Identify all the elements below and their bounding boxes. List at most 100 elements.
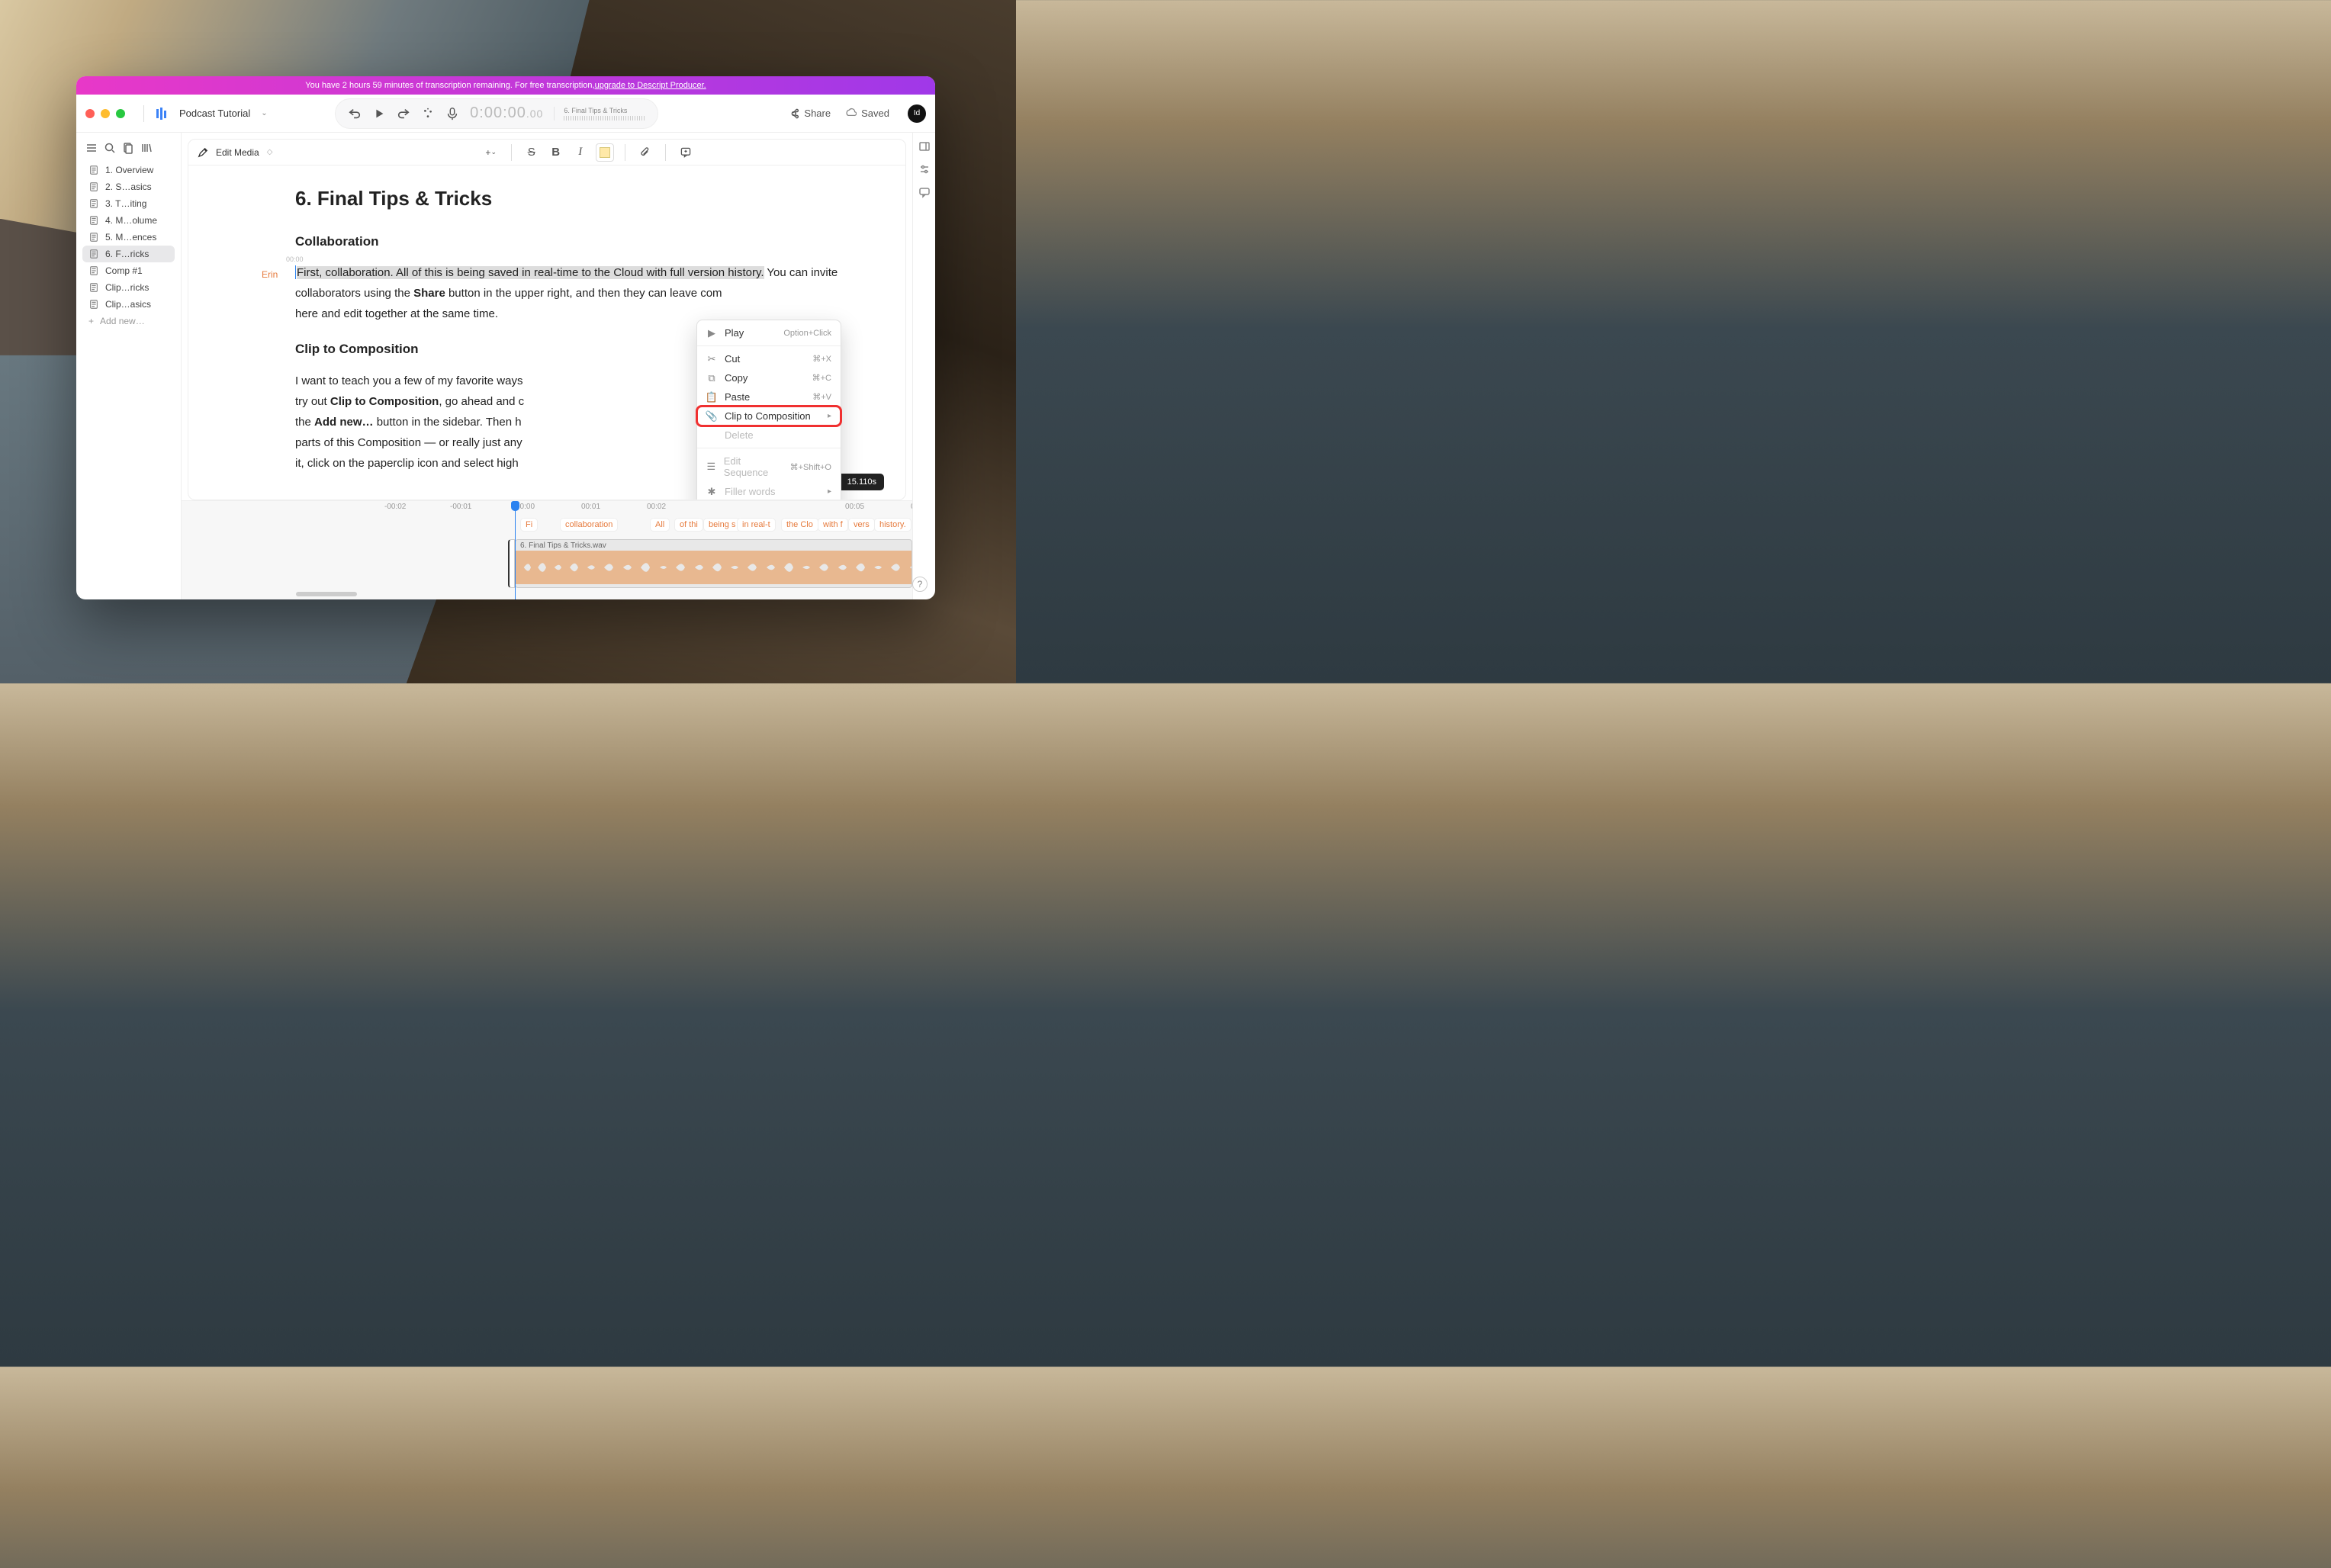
chevron-right-icon: ▸ <box>828 412 831 420</box>
library-icon[interactable] <box>140 142 153 154</box>
maximize-button[interactable] <box>116 109 125 118</box>
word-chip[interactable]: in real-t <box>737 518 776 532</box>
menu-delete: Delete <box>697 426 841 445</box>
word-chip[interactable]: being s <box>703 518 741 532</box>
window-controls <box>85 109 125 118</box>
selection-duration: 15.110s <box>839 474 884 490</box>
menu-copy[interactable]: ⧉Copy⌘+C <box>697 368 841 387</box>
share-button[interactable]: Share <box>787 108 831 120</box>
clip-selector[interactable]: 6. Final Tips & Tricks <box>554 107 645 120</box>
hamburger-icon[interactable] <box>85 142 98 154</box>
comment-button[interactable] <box>677 143 695 162</box>
play-icon: ▶ <box>706 328 717 339</box>
panel-toggle-icon[interactable] <box>918 140 931 153</box>
selected-text: First, collaboration. All of this is bei… <box>297 266 764 279</box>
clipboard-icon: 📋 <box>706 392 717 403</box>
minimize-button[interactable] <box>101 109 110 118</box>
help-button[interactable]: ? <box>912 577 928 592</box>
insert-button[interactable]: +⌄ <box>482 143 500 162</box>
transport-bar: 0:00:00.00 6. Final Tips & Tricks <box>335 98 658 129</box>
sequence-icon: ☰ <box>706 461 716 472</box>
plus-icon: + <box>88 316 94 326</box>
search-icon[interactable] <box>104 142 116 154</box>
project-dropdown-icon[interactable]: ⌄ <box>261 109 267 117</box>
sidebar: 1. Overview2. S…asics3. T…iting4. M…olum… <box>76 133 182 599</box>
menu-clip-to-composition[interactable]: 📎Clip to Composition▸ <box>697 406 841 426</box>
upgrade-banner: You have 2 hours 59 minutes of transcrip… <box>76 76 935 95</box>
paperclip-icon[interactable] <box>636 143 654 162</box>
clip-filename: 6. Final Tips & Tricks.wav <box>520 541 606 550</box>
timecode: 0:00:00.00 <box>470 104 543 122</box>
word-chip[interactable]: collaboration <box>560 518 618 532</box>
word-chip[interactable]: with f <box>818 518 848 532</box>
title-bar: Podcast Tutorial ⌄ 0:00:00.00 6. Final T… <box>76 95 935 133</box>
close-button[interactable] <box>85 109 95 118</box>
speaker-label[interactable]: Erin <box>262 267 278 284</box>
upgrade-link[interactable]: upgrade to Descript Producer. <box>595 81 706 90</box>
word-track: Fi collaboration All of thibeing sin real-t… <box>182 518 912 535</box>
play-icon[interactable] <box>372 107 386 120</box>
waveform <box>516 551 912 584</box>
bold-button[interactable]: B <box>547 143 565 162</box>
sidebar-item[interactable]: Clip…ricks <box>82 279 175 296</box>
time-mark: 00:06 <box>911 503 912 511</box>
sidebar-item[interactable]: Comp #1 <box>82 262 175 279</box>
add-new-button[interactable]: + Add new… <box>82 313 175 329</box>
time-mark: 00:01 <box>581 503 600 511</box>
redo-icon[interactable] <box>397 107 410 120</box>
undo-icon[interactable] <box>348 107 362 120</box>
time-ruler[interactable]: -00:02-00:0100:0000:0100:0200:0500:0600:… <box>182 501 912 515</box>
sidebar-item[interactable]: 4. M…olume <box>82 212 175 229</box>
mode-dropdown-icon[interactable]: ◇ <box>267 148 273 156</box>
italic-button[interactable]: I <box>571 143 590 162</box>
time-mark: -00:02 <box>384 503 406 511</box>
menu-play[interactable]: ▶PlayOption+Click <box>697 323 841 342</box>
sliders-icon[interactable] <box>918 163 931 175</box>
clip-handle-left[interactable] <box>508 539 515 588</box>
sidebar-item[interactable]: 6. F…ricks <box>82 246 175 262</box>
bug-icon: ✱ <box>706 487 717 497</box>
copy-icon: ⧉ <box>706 373 717 384</box>
timestamp-label: 00:00 <box>286 253 304 265</box>
menu-cut[interactable]: ✂Cut⌘+X <box>697 349 841 368</box>
chevron-right-icon: ▸ <box>828 487 831 496</box>
sidebar-item[interactable]: Clip…asics <box>82 296 175 313</box>
menu-paste[interactable]: 📋Paste⌘+V <box>697 387 841 406</box>
word-chip[interactable]: the Clo <box>781 518 818 532</box>
text-cursor <box>295 265 296 279</box>
effects-icon[interactable] <box>421 107 435 120</box>
pencil-icon <box>198 147 208 158</box>
sidebar-item[interactable]: 3. T…iting <box>82 195 175 212</box>
audio-clip[interactable]: 6. Final Tips & Tricks.wav <box>515 539 912 588</box>
time-mark: -00:01 <box>450 503 471 511</box>
page-title: 6. Final Tips & Tricks <box>295 181 860 217</box>
user-avatar[interactable]: Id <box>908 104 926 123</box>
banner-text: You have 2 hours 59 minutes of transcrip… <box>305 81 594 90</box>
word-chip[interactable]: history. <box>874 518 912 532</box>
right-rail <box>912 133 935 599</box>
comments-icon[interactable] <box>918 186 931 198</box>
pages-icon[interactable] <box>122 142 134 154</box>
microphone-icon[interactable] <box>445 107 459 120</box>
project-name[interactable]: Podcast Tutorial <box>179 108 250 119</box>
time-mark: 00:02 <box>647 503 666 511</box>
word-chip[interactable]: vers <box>848 518 875 532</box>
editor-panel: Edit Media ◇ +⌄ S B I <box>188 139 906 500</box>
playhead[interactable] <box>515 501 516 599</box>
word-chip[interactable]: All <box>650 518 670 532</box>
time-mark: 00:05 <box>845 503 864 511</box>
strikethrough-button[interactable]: S <box>522 143 541 162</box>
word-chip[interactable]: Fi <box>520 518 538 532</box>
menu-edit-sequence: ☰Edit Sequence⌘+Shift+O <box>697 451 841 482</box>
sidebar-item[interactable]: 5. M…ences <box>82 229 175 246</box>
editor-toolbar: Edit Media ◇ +⌄ S B I <box>188 140 905 165</box>
context-menu: ▶PlayOption+Click ✂Cut⌘+X ⧉Copy⌘+C 📋Past… <box>696 320 841 500</box>
saved-indicator: Saved <box>844 108 889 120</box>
word-chip[interactable]: of thi <box>674 518 703 532</box>
timeline[interactable]: -00:02-00:0100:0000:0100:0200:0500:0600:… <box>182 500 912 599</box>
highlight-button[interactable] <box>596 143 614 162</box>
edit-mode-selector[interactable]: Edit Media <box>216 147 259 158</box>
sidebar-item[interactable]: 1. Overview <box>82 162 175 178</box>
sidebar-item[interactable]: 2. S…asics <box>82 178 175 195</box>
timeline-scrollbar[interactable] <box>296 592 357 596</box>
